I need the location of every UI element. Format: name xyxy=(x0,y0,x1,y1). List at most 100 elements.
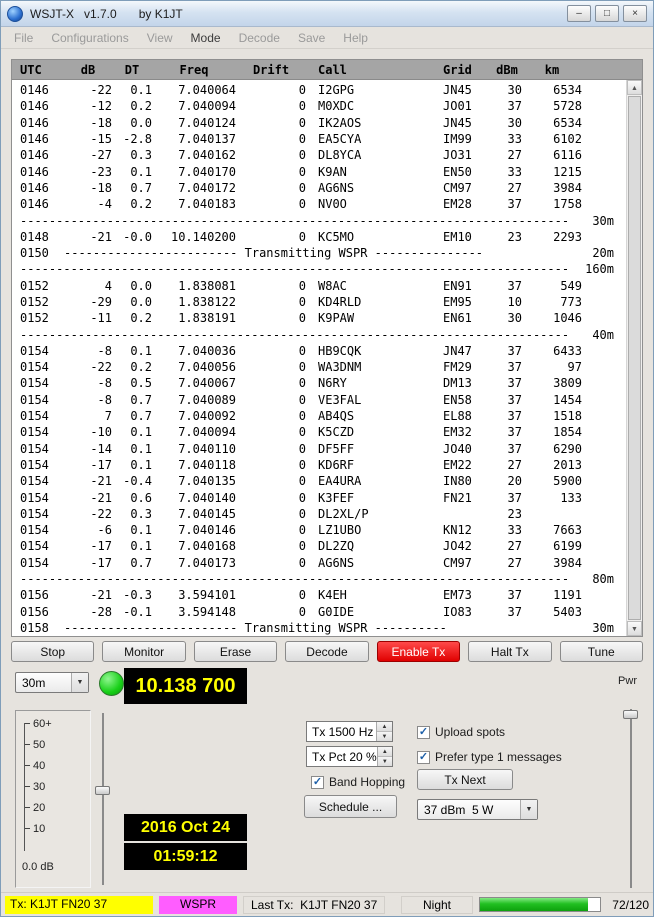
menu-view[interactable]: View xyxy=(138,28,182,48)
decode-row[interactable]: 0154-220.37.0401450DL2XL/P23 xyxy=(12,506,626,522)
header-grid: Grid xyxy=(436,63,492,77)
decode-row[interactable]: 0146-230.17.0401700K9ANEN50331215 xyxy=(12,163,626,179)
menu-help[interactable]: Help xyxy=(334,28,377,48)
checkmark-icon: ✓ xyxy=(311,776,324,789)
stop-button[interactable]: Stop xyxy=(11,641,94,662)
decode-row[interactable]: 0156-28-0.13.5941480G0IDEIO83375403 xyxy=(12,604,626,620)
decode-row[interactable]: 0146-40.27.0401830NV0OEM28371758 xyxy=(12,196,626,212)
decode-row[interactable]: 0154-210.67.0401400K3FEFFN2137133 xyxy=(12,489,626,505)
header-freq: Freq xyxy=(152,63,236,77)
status-mode-badge: WSPR xyxy=(159,896,237,914)
header-dt: DT xyxy=(112,63,152,77)
tune-button[interactable]: Tune xyxy=(560,641,643,662)
monitor-button[interactable]: Monitor xyxy=(102,641,185,662)
clock-date: 2016 Oct 24 xyxy=(124,814,247,841)
erase-button[interactable]: Erase xyxy=(194,641,277,662)
decode-row[interactable]: 0154-80.57.0400670N6RYDM13373809 xyxy=(12,375,626,391)
tx-freq-value: Tx 1500 Hz xyxy=(307,725,376,739)
tx-pct-spinner[interactable]: Tx Pct 20 % ▲ ▼ xyxy=(306,746,393,767)
decode-row[interactable]: 0154-170.77.0401730AG6NSCM97273984 xyxy=(12,555,626,571)
header-call: Call xyxy=(306,63,436,77)
maximize-button[interactable]: □ xyxy=(595,5,619,22)
separator-row: 0158------------------------ Transmittin… xyxy=(12,620,626,636)
status-night: Night xyxy=(401,896,473,914)
meter-tick: 10 xyxy=(16,818,52,839)
band-select[interactable]: 30m ▼ xyxy=(15,672,89,693)
clock-time: 01:59:12 xyxy=(124,843,247,870)
header-drift: Drift xyxy=(236,63,306,77)
menu-save[interactable]: Save xyxy=(289,28,334,48)
band-hopping-checkbox[interactable]: ✓ Band Hopping xyxy=(311,775,405,789)
frequency-display: 10.138 700 xyxy=(124,668,247,704)
menu-configurations[interactable]: Configurations xyxy=(42,28,137,48)
status-tx-message: Tx: K1JT FN20 37 xyxy=(5,896,153,914)
decode-row[interactable]: 0152-290.01.8381220KD4RLDEM9510773 xyxy=(12,294,626,310)
tx-freq-spinner[interactable]: Tx 1500 Hz ▲ ▼ xyxy=(306,721,393,742)
separator-row: 0150------------------------ Transmittin… xyxy=(12,245,626,261)
decode-row[interactable]: 0154-60.17.0401460LZ1UBOKN12337663 xyxy=(12,522,626,538)
schedule-button[interactable]: Schedule ... xyxy=(304,795,397,818)
rx-gain-slider-handle[interactable] xyxy=(95,786,110,795)
menu-file[interactable]: File xyxy=(5,28,42,48)
decode-row[interactable]: 0154-21-0.47.0401350EA4URAIN80205900 xyxy=(12,473,626,489)
scroll-thumb[interactable] xyxy=(628,96,641,620)
decode-row[interactable]: 0154-80.17.0400360HB9CQKJN47376433 xyxy=(12,343,626,359)
decode-row[interactable]: 0146-270.37.0401620DL8YCAJO31276116 xyxy=(12,147,626,163)
menu-bar: File Configurations View Mode Decode Sav… xyxy=(1,27,653,49)
decode-row[interactable]: 0154-80.77.0400890VE3FALEN58371454 xyxy=(12,392,626,408)
minimize-button[interactable]: – xyxy=(567,5,591,22)
decode-row[interactable]: 0154-100.17.0400940K5CZDEM32371854 xyxy=(12,424,626,440)
title-bar: WSJT-X v1.7.0 by K1JT – □ × xyxy=(1,1,653,27)
close-button[interactable]: × xyxy=(623,5,647,22)
checkmark-icon: ✓ xyxy=(417,726,430,739)
decode-row[interactable]: 0146-220.17.0400640I2GPGJN45306534 xyxy=(12,82,626,98)
halt-tx-button[interactable]: Halt Tx xyxy=(468,641,551,662)
pwr-slider[interactable] xyxy=(623,706,639,891)
app-icon xyxy=(7,6,23,22)
upload-spots-checkbox[interactable]: ✓ Upload spots xyxy=(417,725,505,739)
pwr-slider-handle[interactable] xyxy=(623,710,638,719)
header-db: dB xyxy=(64,63,112,77)
decode-scrollbar[interactable]: ▲ ▼ xyxy=(626,80,642,636)
scroll-down-icon[interactable]: ▼ xyxy=(627,621,642,636)
decode-row[interactable]: 0146-180.07.0401240IK2AOSJN45306534 xyxy=(12,115,626,131)
separator-row: ----------------------------------------… xyxy=(12,261,626,277)
power-select[interactable]: 37 dBm 5 W ▼ xyxy=(417,799,538,820)
decode-row[interactable]: 0148-21-0.010.1402000KC5MOEM10232293 xyxy=(12,229,626,245)
enable-tx-button[interactable]: Enable Tx xyxy=(377,641,460,662)
menu-mode[interactable]: Mode xyxy=(182,28,230,48)
decode-row[interactable]: 0154-140.17.0401100DF5FFJO40376290 xyxy=(12,441,626,457)
decode-row[interactable]: 0154-170.17.0401680DL2ZQJO42276199 xyxy=(12,538,626,554)
separator-row: ----------------------------------------… xyxy=(12,571,626,587)
meter-tick: 40 xyxy=(16,755,52,776)
decode-table-header: UTC dB DT Freq Drift Call Grid dBm km xyxy=(12,60,642,80)
meter-floor-label: 0.0 dB xyxy=(22,861,54,873)
spin-down-icon[interactable]: ▼ xyxy=(378,756,392,766)
decode-row[interactable]: 0154-220.27.0400560WA3DNMFM293797 xyxy=(12,359,626,375)
decode-row[interactable]: 0146-120.27.0400940M0XDCJO01375728 xyxy=(12,98,626,114)
decode-row[interactable]: 0146-180.77.0401720AG6NSCM97273984 xyxy=(12,180,626,196)
tx-progress-count: 72/120 xyxy=(607,898,649,912)
status-bar: Tx: K1JT FN20 37 WSPR Last Tx: K1JT FN20… xyxy=(1,892,653,916)
decode-row[interactable]: 015240.01.8380810W8ACEN9137549 xyxy=(12,278,626,294)
decode-row[interactable]: 0156-21-0.33.5941010K4EHEM73371191 xyxy=(12,587,626,603)
decode-button[interactable]: Decode xyxy=(285,641,368,662)
decode-row[interactable]: 0154-170.17.0401180KD6RFEM22272013 xyxy=(12,457,626,473)
decode-row[interactable]: 0146-15-2.87.0401370EA5CYAIM99336102 xyxy=(12,131,626,147)
meter-tick: 20 xyxy=(16,797,52,818)
decode-row[interactable]: 015470.77.0400920AB4QSEL88371518 xyxy=(12,408,626,424)
power-select-value: 37 dBm 5 W xyxy=(418,803,520,817)
spin-up-icon[interactable]: ▲ xyxy=(378,747,392,756)
tx-pct-value: Tx Pct 20 % xyxy=(307,750,377,764)
spin-down-icon[interactable]: ▼ xyxy=(377,731,392,741)
tx-next-button[interactable]: Tx Next xyxy=(417,769,513,790)
rx-gain-slider[interactable] xyxy=(95,710,111,888)
menu-decode[interactable]: Decode xyxy=(230,28,289,48)
decode-row[interactable]: 0152-110.21.8381910K9PAWEN61301046 xyxy=(12,310,626,326)
prefer-type1-checkbox[interactable]: ✓ Prefer type 1 messages xyxy=(417,750,562,764)
spin-up-icon[interactable]: ▲ xyxy=(377,722,392,731)
scroll-up-icon[interactable]: ▲ xyxy=(627,80,642,95)
header-utc: UTC xyxy=(12,63,64,77)
window-title: WSJT-X v1.7.0 xyxy=(30,7,117,21)
header-km: km xyxy=(522,63,582,77)
